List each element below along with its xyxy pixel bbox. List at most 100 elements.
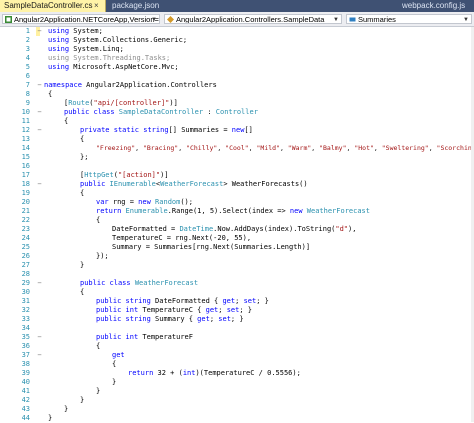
line-number: 17 [21,171,30,179]
code-line-43: } [64,405,69,413]
code-line-19: { [80,189,85,197]
code-line-2: using System.Collections.Generic; [48,36,188,44]
line-number: 6 [25,72,30,80]
code-line-42: } [80,396,85,404]
line-number: 28 [21,270,30,278]
line-number: 24 [21,234,30,242]
line-number: 34 [21,324,30,332]
line-number: 25 [21,243,30,251]
code-line-37: get [112,351,125,359]
line-number: 23 [21,225,30,233]
line-number: 26 [21,252,30,260]
line-number: 16 [21,162,30,170]
collapse-icon[interactable]: − [35,81,44,90]
line-number: 2 [25,36,30,44]
code-line-22: { [96,216,101,224]
member-dropdown[interactable]: Summaries ▼ [346,14,472,24]
line-number: 10 [21,108,30,116]
line-number: 37 [21,351,30,359]
code-line-40: } [112,378,117,386]
code-line-24: TemperatureC = rng.Next(-20, 55), [112,234,252,242]
code-line-9: [Route("api/[controller]")] [64,99,178,107]
class-dropdown-label: Angular2Application.Controllers.SampleDa… [176,15,325,24]
document-tab-bar: SampleDataController.cs × package.json w… [0,0,474,12]
navigation-bar: Angular2Application.NETCoreApp,Version= … [0,12,474,27]
tab-sampledatacontroller[interactable]: SampleDataController.cs × [0,0,106,12]
line-number: 41 [21,387,30,395]
collapse-icon[interactable]: − [35,351,44,360]
code-line-1: using System; [48,27,103,35]
line-number: 32 [21,306,30,314]
tab-webpack-config[interactable]: webpack.config.js [402,0,474,12]
code-line-38: { [112,360,117,368]
line-number: 14 [21,144,30,152]
tab-label: SampleDataController.cs [4,1,93,10]
line-number: 15 [21,153,30,161]
csharp-project-icon [5,16,12,23]
code-line-12: private static string[] Summaries = new[… [80,126,253,134]
line-number: 33 [21,315,30,323]
code-line-18: public IEnumerable<WeatherForecast> Weat… [80,180,308,188]
code-line-13: { [80,135,85,143]
line-number: 20 [21,198,30,206]
line-number: 5 [25,63,30,71]
project-dropdown-label: Angular2Application.NETCoreApp,Version= [14,15,159,24]
line-number: 13 [21,135,30,143]
code-line-7: namespace Angular2Application.Controller… [44,81,217,89]
chevron-down-icon: ▼ [151,17,157,23]
project-dropdown[interactable]: Angular2Application.NETCoreApp,Version= … [2,14,160,24]
code-line-41: } [96,387,101,395]
line-number: 21 [21,207,30,215]
chevron-down-icon: ▼ [333,17,339,23]
line-number: 36 [21,342,30,350]
line-number: 12 [21,126,30,134]
chevron-down-icon: ▼ [463,17,469,23]
code-line-26: }); [96,252,109,260]
code-line-23: DateFormatted = DateTime.Now.AddDays(ind… [112,225,357,233]
code-line-33: public string Summary { get; set; } [96,315,244,323]
code-editor[interactable]: using System; using System.Collections.G… [0,27,474,422]
line-number: 40 [21,378,30,386]
collapse-icon[interactable]: − [35,333,44,342]
line-number: 27 [21,261,30,269]
code-line-30: { [80,288,85,296]
collapse-icon[interactable]: − [35,180,44,189]
line-number: 18 [21,180,30,188]
collapse-icon[interactable]: − [35,27,44,36]
line-number: 11 [21,117,30,125]
code-line-32: public int TemperatureC { get; set; } [96,306,253,314]
collapse-icon[interactable]: − [35,108,44,117]
code-line-8: { [48,90,53,98]
code-line-31: public string DateFormatted { get; set; … [96,297,269,305]
line-number: 3 [25,45,30,53]
line-number: 22 [21,216,30,224]
code-line-3: using System.Linq; [48,45,124,53]
line-number: 31 [21,297,30,305]
line-number: 8 [25,90,30,98]
collapse-icon[interactable]: − [35,126,44,135]
collapse-icon[interactable]: − [35,279,44,288]
tab-package-json[interactable]: package.json [112,0,192,12]
line-number: 1 [25,27,30,35]
code-line-11: { [64,117,69,125]
code-line-17: [HttpGet("[action]")] [80,171,169,179]
class-icon [167,16,174,23]
line-number: 19 [21,189,30,197]
code-line-36: { [96,342,101,350]
line-number: 7 [25,81,30,89]
line-number: 29 [21,279,30,287]
code-line-29: public class WeatherForecast [80,279,199,287]
line-number: 9 [25,99,30,107]
line-number: 43 [21,405,30,413]
field-icon [349,17,356,22]
code-line-14: "Freezing", "Bracing", "Chilly", "Cool",… [96,144,474,152]
line-number: 30 [21,288,30,296]
class-dropdown[interactable]: Angular2Application.Controllers.SampleDa… [164,14,342,24]
close-icon[interactable]: × [94,0,99,12]
member-dropdown-label: Summaries [358,15,396,24]
code-line-27: } [80,261,85,269]
code-line-35: public int TemperatureF [96,333,193,341]
code-line-10: public class SampleDataController : Cont… [64,108,258,116]
line-number: 4 [25,54,30,62]
code-line-20: var rng = new Random(); [96,198,193,206]
